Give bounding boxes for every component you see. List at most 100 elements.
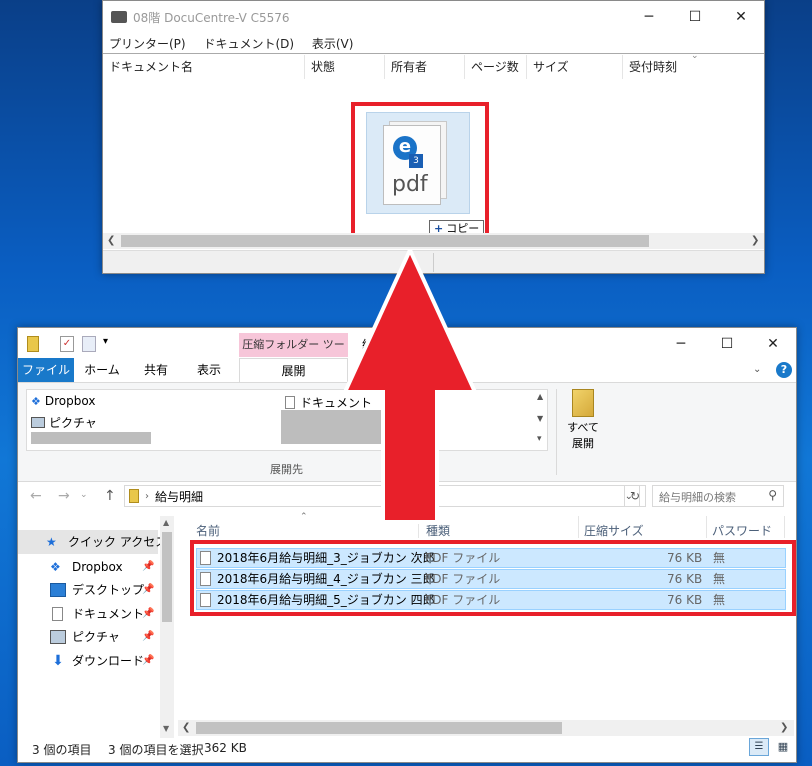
- menu-printer[interactable]: プリンター(P): [109, 37, 186, 51]
- pin-icon[interactable]: 📌: [142, 655, 154, 666]
- dropbox-icon: ❖: [50, 560, 61, 574]
- ribbon-separator: [556, 389, 557, 475]
- tab-home[interactable]: ホーム: [74, 358, 130, 382]
- minimize-button[interactable]: ─: [626, 1, 672, 33]
- breadcrumb-current[interactable]: 給与明細: [155, 488, 203, 505]
- col-password[interactable]: パスワード: [712, 522, 772, 539]
- nav-quick-access[interactable]: ★ クイック アクセス: [46, 531, 167, 553]
- list-scroll-up-icon[interactable]: ▲: [537, 392, 543, 401]
- download-icon: ⬇: [52, 653, 64, 669]
- scroll-left-icon[interactable]: ❮: [182, 720, 190, 736]
- printer-window-title: 08階 DocuCentre-V C5576: [133, 10, 290, 25]
- tab-extract[interactable]: 展開: [239, 358, 348, 382]
- col-status[interactable]: 状態: [304, 55, 384, 79]
- scroll-left-icon[interactable]: ❮: [107, 233, 115, 249]
- tab-file[interactable]: ファイル: [18, 358, 74, 382]
- nav-desktop[interactable]: デスクトップ: [50, 579, 144, 601]
- maximize-button[interactable]: ☐: [672, 1, 718, 33]
- col-divider: [706, 516, 707, 538]
- help-icon[interactable]: ?: [776, 362, 792, 378]
- up-button[interactable]: ↑: [104, 488, 116, 504]
- nav-pictures[interactable]: ピクチャ: [50, 626, 120, 648]
- nav-downloads[interactable]: ⬇ ダウンロード: [50, 650, 144, 672]
- document-icon: [285, 396, 295, 409]
- list-scroll-down-icon[interactable]: ▼: [537, 414, 543, 423]
- nav-scroll-down-icon[interactable]: ▼: [163, 724, 169, 733]
- refresh-button[interactable]: ↻: [624, 485, 646, 507]
- pin-icon[interactable]: 📌: [142, 561, 154, 572]
- tab-view[interactable]: 表示: [182, 358, 236, 382]
- menu-view[interactable]: 表示(V): [312, 37, 354, 51]
- list-expand-icon[interactable]: ▾: [537, 434, 542, 444]
- qat-properties-icon[interactable]: ✓: [60, 336, 74, 352]
- scroll-thumb[interactable]: [121, 235, 649, 247]
- selected-files-highlight: [190, 540, 796, 616]
- maximize-button[interactable]: ☐: [704, 328, 750, 360]
- pin-icon[interactable]: 📌: [142, 584, 154, 595]
- zip-folder-icon: [129, 489, 139, 503]
- search-icon: ⚲: [768, 488, 777, 502]
- status-item-count: 3 個の項目: [32, 743, 92, 757]
- close-button[interactable]: ✕: [750, 328, 796, 360]
- extract-all-label-2: 展開: [572, 437, 594, 450]
- nav-label: ピクチャ: [72, 630, 120, 644]
- picture-icon: [31, 417, 45, 428]
- divider: [103, 53, 764, 54]
- pin-icon[interactable]: 📌: [142, 608, 154, 619]
- tab-share[interactable]: 共有: [130, 358, 182, 382]
- scroll-thumb[interactable]: [196, 722, 562, 734]
- status-selected-size: 362 KB: [204, 741, 247, 755]
- nav-scroll-up-icon[interactable]: ▲: [163, 518, 169, 527]
- scroll-right-icon[interactable]: ❯: [780, 720, 788, 736]
- printer-menubar: プリンター(P) ドキュメント(D) 表示(V): [109, 35, 367, 52]
- drop-target-highlight: [351, 102, 489, 244]
- col-size[interactable]: サイズ: [526, 55, 622, 79]
- printer-queue-window: 08階 DocuCentre-V C5576 ─ ☐ ✕ プリンター(P) ドキ…: [102, 0, 765, 274]
- details-view-icon[interactable]: ☰: [749, 738, 769, 756]
- dest-dropbox[interactable]: ❖ Dropbox: [31, 394, 95, 408]
- nav-dropbox[interactable]: ❖ Dropbox: [50, 556, 123, 578]
- col-owner[interactable]: 所有者: [384, 55, 464, 79]
- nav-documents[interactable]: ドキュメント: [50, 603, 144, 625]
- scroll-right-icon[interactable]: ❯: [751, 233, 759, 249]
- recent-dropdown-icon[interactable]: ⌄: [80, 490, 88, 500]
- col-document-name[interactable]: ドキュメント名: [103, 55, 303, 79]
- col-divider: [578, 516, 579, 538]
- back-button[interactable]: ←: [30, 488, 42, 504]
- forward-button[interactable]: →: [58, 488, 70, 504]
- extract-all-label-1: すべて: [567, 421, 599, 434]
- printer-hscrollbar[interactable]: ❮ ❯: [103, 233, 764, 249]
- sort-ascending-icon: ⌃: [300, 512, 308, 522]
- files-hscrollbar[interactable]: ❮ ❯: [178, 720, 794, 736]
- drag-direction-arrow: [341, 250, 479, 524]
- col-compressed-size[interactable]: 圧縮サイズ: [584, 522, 644, 539]
- extract-all-button[interactable]: すべて 展開: [564, 389, 602, 459]
- nav-scroll-thumb[interactable]: [162, 532, 172, 622]
- star-icon: ★: [46, 535, 57, 549]
- context-tab-header: 圧縮フォルダー ツール: [239, 333, 348, 375]
- close-button[interactable]: ✕: [718, 1, 764, 33]
- dest-pictures[interactable]: ピクチャ: [31, 414, 97, 431]
- minimize-button[interactable]: ─: [658, 328, 704, 360]
- nav-scrollbar[interactable]: ▲ ▼: [160, 516, 174, 738]
- nav-label: ドキュメント: [72, 607, 145, 621]
- dest-dropbox-label: Dropbox: [44, 394, 96, 408]
- arrow-shape: [341, 250, 479, 524]
- redacted-item: [31, 432, 151, 444]
- menu-document[interactable]: ドキュメント(D): [203, 37, 294, 51]
- search-input[interactable]: 給与明細の検索 ⚲: [652, 485, 784, 507]
- qat-dropdown-icon[interactable]: ▾: [103, 336, 108, 347]
- large-icons-view-icon[interactable]: ▦: [773, 738, 793, 756]
- nav-label: Dropbox: [72, 560, 123, 574]
- dropbox-icon: ❖: [31, 394, 41, 408]
- document-icon: [52, 607, 63, 621]
- dest-pictures-label: ピクチャ: [49, 416, 97, 430]
- ribbon-collapse-icon[interactable]: ⌄: [753, 364, 761, 375]
- col-name[interactable]: 名前: [196, 522, 220, 539]
- col-pages[interactable]: ページ数: [464, 55, 526, 79]
- extract-all-icon: [572, 389, 594, 417]
- nav-label: ダウンロード: [72, 654, 145, 668]
- qat-newfolder-icon[interactable]: [82, 336, 96, 352]
- pin-icon[interactable]: 📌: [142, 631, 154, 642]
- nav-label: クイック アクセス: [68, 535, 168, 549]
